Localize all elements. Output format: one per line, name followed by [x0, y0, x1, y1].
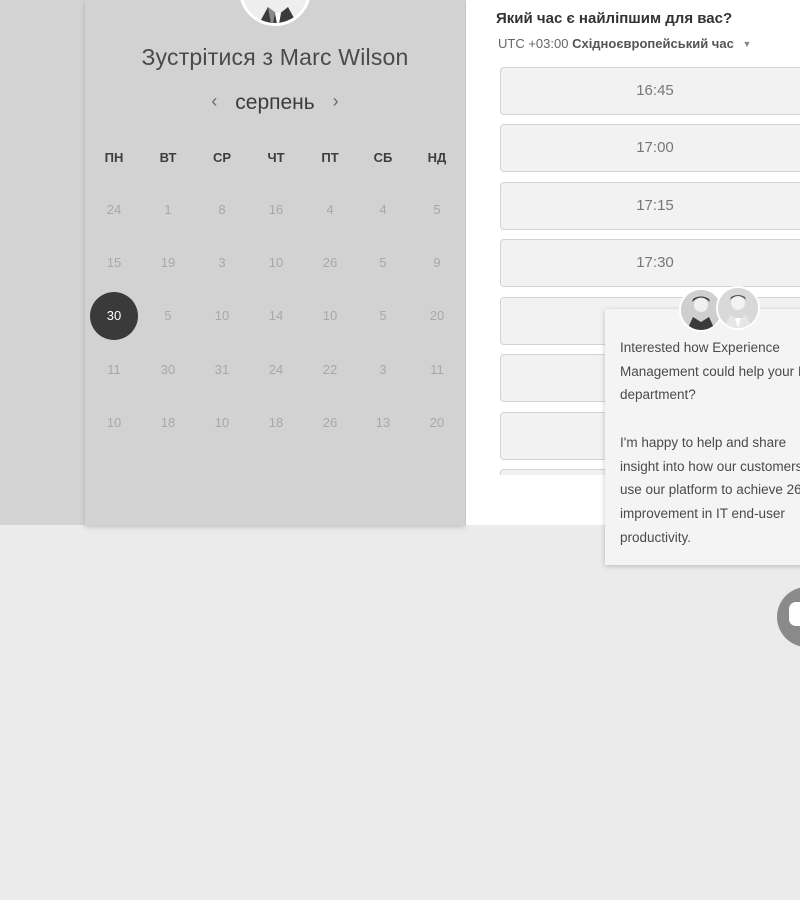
meeting-title: Зустрітися з Marc Wilson: [141, 44, 409, 70]
calendar-day[interactable]: 5: [144, 292, 192, 340]
time-slot-button[interactable]: 17:00: [500, 124, 800, 172]
calendar-day[interactable]: 18: [144, 399, 192, 447]
timezone-name: Східноєвропейський час: [572, 36, 734, 51]
timezone-selector[interactable]: UTC +03:00 Східноєвропейський час ▼: [498, 36, 751, 51]
calendar-day[interactable]: 8: [198, 186, 246, 234]
calendar-day[interactable]: 5: [359, 292, 407, 340]
calendar-day[interactable]: 9: [413, 239, 461, 287]
month-navigation: ‹ серпень ›: [85, 91, 465, 117]
weekday-sat: СБ: [373, 150, 393, 165]
calendar-day[interactable]: 22: [306, 346, 354, 394]
calendar-day[interactable]: 24: [252, 346, 300, 394]
caret-down-icon: ▼: [742, 39, 752, 49]
weekday-header: ПН ВТ СР ЧТ ПТ СБ НД: [85, 150, 465, 166]
calendar-day[interactable]: 11: [90, 346, 138, 394]
chat-message: Interested how Experience Management cou…: [620, 340, 800, 545]
calendar-day[interactable]: 13: [359, 399, 407, 447]
calendar-day[interactable]: 4: [359, 186, 407, 234]
calendar-day[interactable]: 19: [144, 239, 192, 287]
calendar-day[interactable]: 20: [413, 292, 461, 340]
calendar-day[interactable]: 3: [198, 239, 246, 287]
weekday-fri: ПТ: [321, 150, 339, 165]
chevron-right-icon[interactable]: ›: [327, 91, 345, 112]
calendar-day[interactable]: 31: [198, 346, 246, 394]
chat-launcher-button[interactable]: [777, 587, 800, 647]
calendar-day[interactable]: 10: [198, 399, 246, 447]
calendar-day[interactable]: 30: [144, 346, 192, 394]
weekday-wed: СР: [212, 150, 232, 165]
time-slot-button[interactable]: 17:15: [500, 182, 800, 230]
weekday-thu: ЧТ: [267, 150, 285, 165]
calendar-day[interactable]: 1: [144, 186, 192, 234]
calendar-day[interactable]: 10: [198, 292, 246, 340]
calendar-day-selected[interactable]: 30: [90, 292, 138, 340]
timezone-offset: UTC +03:00: [498, 36, 569, 51]
weekday-mon: ПН: [104, 150, 124, 165]
calendar-day[interactable]: 10: [252, 239, 300, 287]
calendar-day[interactable]: 18: [252, 399, 300, 447]
time-slot-button[interactable]: 16:45: [500, 67, 800, 115]
chevron-left-icon[interactable]: ‹: [205, 91, 223, 112]
calendar-day[interactable]: 15: [90, 239, 138, 287]
chat-bubble-icon: [789, 602, 800, 626]
calendar-day[interactable]: 14: [252, 292, 300, 340]
calendar-day[interactable]: 10: [90, 399, 138, 447]
calendar-day[interactable]: 20: [413, 399, 461, 447]
calendar-day[interactable]: 26: [306, 399, 354, 447]
agent-avatar: [716, 286, 760, 330]
calendar-day[interactable]: 3: [359, 346, 407, 394]
calendar-day[interactable]: 5: [359, 239, 407, 287]
time-slot-button[interactable]: 17:30: [500, 239, 800, 287]
calendar-day[interactable]: 10: [306, 292, 354, 340]
calendar-day[interactable]: 4: [306, 186, 354, 234]
calendar-day[interactable]: 5: [413, 186, 461, 234]
calendar-day[interactable]: 24: [90, 186, 138, 234]
month-label: серпень: [235, 91, 315, 114]
calendar-day[interactable]: 16: [252, 186, 300, 234]
time-question: Який час є найліпшим для вас?: [496, 10, 733, 27]
calendar-day[interactable]: 26: [306, 239, 354, 287]
weekday-tue: ВТ: [159, 150, 177, 165]
weekday-sun: НД: [427, 150, 447, 165]
calendar-day[interactable]: 11: [413, 346, 461, 394]
